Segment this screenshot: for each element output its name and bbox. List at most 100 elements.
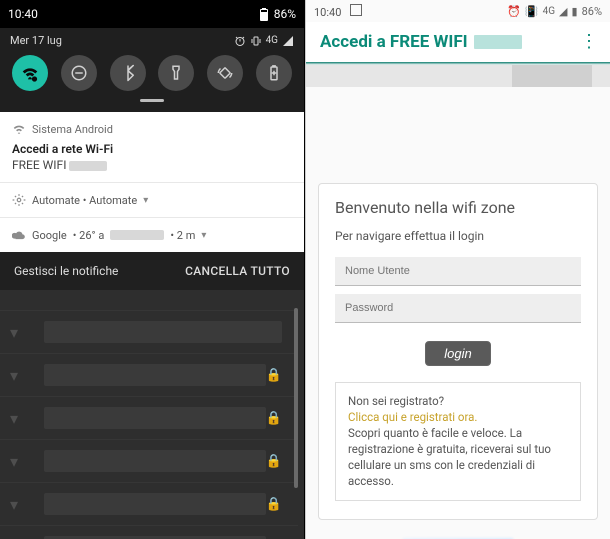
wifi-name-placeholder [44,364,266,386]
network-label: 4G [543,6,555,17]
register-link[interactable]: Clicca qui e registrati ora. [348,409,568,425]
wifi-row[interactable]: ▾ 🔒 [0,439,298,482]
phone-right: 10:40 ⏰ 📳 4G ◢ ▮ 86% Accedi a FREE WIFI … [305,0,610,539]
redacted [110,230,164,240]
flashlight-icon [167,64,185,82]
lock-icon: 🔒 [266,497,282,512]
wifi-icon: ▾ [10,323,30,342]
password-field[interactable] [335,294,581,323]
clock: 10:40 [8,7,38,21]
notif-subtitle-text: FREE WIFI [12,158,66,172]
qs-tile-battery-saver[interactable] [256,55,292,91]
signal-icon: ◢ [559,5,567,18]
screenshot-icon [350,4,362,16]
overflow-menu-button[interactable]: ⋮ [580,33,598,51]
qs-tile-dnd[interactable] [61,55,97,91]
automate-text: Automate • Automate [32,194,137,207]
wifi-name-placeholder [44,493,266,515]
wifi-icon: x [21,64,39,82]
lock-icon: 🔒 [266,411,282,426]
wifi-icon: ▾ [10,366,30,385]
qs-status-icons: 4G [234,35,294,47]
gear-icon [12,193,26,207]
card-heading: Benvenuto nella wifi zone [335,198,581,217]
status-icons: 86% [260,7,296,21]
notification-automate[interactable]: Automate • Automate ▾ [0,182,304,217]
wifi-name-placeholder [44,321,282,343]
qs-tile-autorotate[interactable] [207,55,243,91]
register-box: Non sei registrato? Clicca qui e registr… [335,382,581,501]
status-bar: 10:40 86% [0,0,304,28]
status-bar: 10:40 ⏰ 📳 4G ◢ ▮ 86% [306,0,610,22]
wifi-name-placeholder [44,407,266,429]
svg-text:x: x [33,78,35,82]
quick-settings-panel: Mer 17 lug 4G x [0,28,304,112]
autorotate-icon [216,64,234,82]
wifi-row[interactable]: ▾ 🔒 [0,353,298,396]
appbar-title-text: Accedi a FREE WIFI [320,32,468,52]
vibrate-icon: 📳 [525,5,539,18]
qs-tile-bluetooth[interactable] [110,55,146,91]
chevron-down-icon[interactable]: ▾ [201,230,206,241]
wifi-row[interactable]: ▾ [0,310,298,353]
cloud-icon [12,228,26,242]
wifi-list-dimmed: ▾ ▾ 🔒 ▾ 🔒 ▾ 🔒 ▾ 🔒 ▾ 🔒 [0,308,298,539]
phone-left: 10:40 86% Mer 17 lug 4G x [0,0,305,539]
wifi-row[interactable]: ▾ 🔒 [0,482,298,525]
lock-icon: 🔒 [266,368,282,383]
signal-icon [282,35,294,47]
battery-saver-icon [265,64,283,82]
battery-percent: 86% [582,5,602,18]
network-label: 4G [266,35,278,46]
chevron-down-icon[interactable]: ▾ [143,195,148,206]
clock: 10:40 [314,6,341,19]
qs-tile-row: x [10,55,294,91]
google-prefix: Google [32,229,67,242]
card-subtitle: Per navigare effettua il login [335,229,581,243]
notif-app-name: Sistema Android [32,123,113,136]
page-banner [306,65,610,87]
battery-percent: 86% [274,7,296,21]
wifi-icon: ▾ [10,409,30,428]
scrollbar[interactable] [294,308,298,488]
redacted [512,65,592,87]
captive-portal-page: Benvenuto nella wifi zone Per navigare e… [306,87,610,539]
notif-subtitle: FREE WIFI [12,158,292,172]
register-question: Non sei registrato? [348,393,568,409]
bluetooth-icon [119,64,137,82]
lock-icon: 🔒 [266,454,282,469]
app-bar: Accedi a FREE WIFI ⋮ [306,22,610,62]
login-card: Benvenuto nella wifi zone Per navigare e… [318,183,598,520]
notification-wifi-signin[interactable]: Sistema Android Accedi a rete Wi-Fi FREE… [0,112,304,182]
qs-tile-flashlight[interactable] [158,55,194,91]
wifi-icon: ▾ [10,452,30,471]
notification-footer: Gestisci le notifiche CANCELLA TUTTO [0,252,304,290]
google-dist: • 2 m [170,229,195,242]
notif-title: Accedi a rete Wi-Fi [12,142,292,156]
status-icons: ⏰ 📳 4G ◢ ▮ 86% [507,5,602,18]
login-button[interactable]: login [425,341,490,366]
vibrate-icon [250,35,262,47]
clear-all-button[interactable]: CANCELLA TUTTO [185,264,290,278]
alarm-icon: ⏰ [507,5,521,18]
wifi-row[interactable]: ▾ 🔒 [0,396,298,439]
wifi-name-placeholder [44,450,266,472]
appbar-title: Accedi a FREE WIFI [320,32,522,52]
manage-notifications[interactable]: Gestisci le notifiche [14,264,118,278]
google-temp: • 26° a [73,229,105,242]
alarm-icon [234,35,246,47]
wifi-row[interactable]: ▾ 🔒 [0,525,298,539]
redacted [69,161,107,171]
register-desc: Scopri quanto è facile e veloce. La regi… [348,425,568,489]
wifi-icon: ▾ [10,495,30,514]
redacted [474,35,522,49]
qs-expand-handle[interactable] [140,99,164,102]
dnd-icon [70,64,88,82]
notification-google-weather[interactable]: Google • 26° a • 2 m ▾ [0,217,304,252]
username-field[interactable] [335,257,581,286]
qs-date: Mer 17 lug [10,34,62,47]
wifi-small-icon [12,122,26,136]
qs-header: Mer 17 lug 4G [10,34,294,47]
battery-icon [260,8,268,21]
qs-tile-wifi[interactable]: x [12,55,48,91]
